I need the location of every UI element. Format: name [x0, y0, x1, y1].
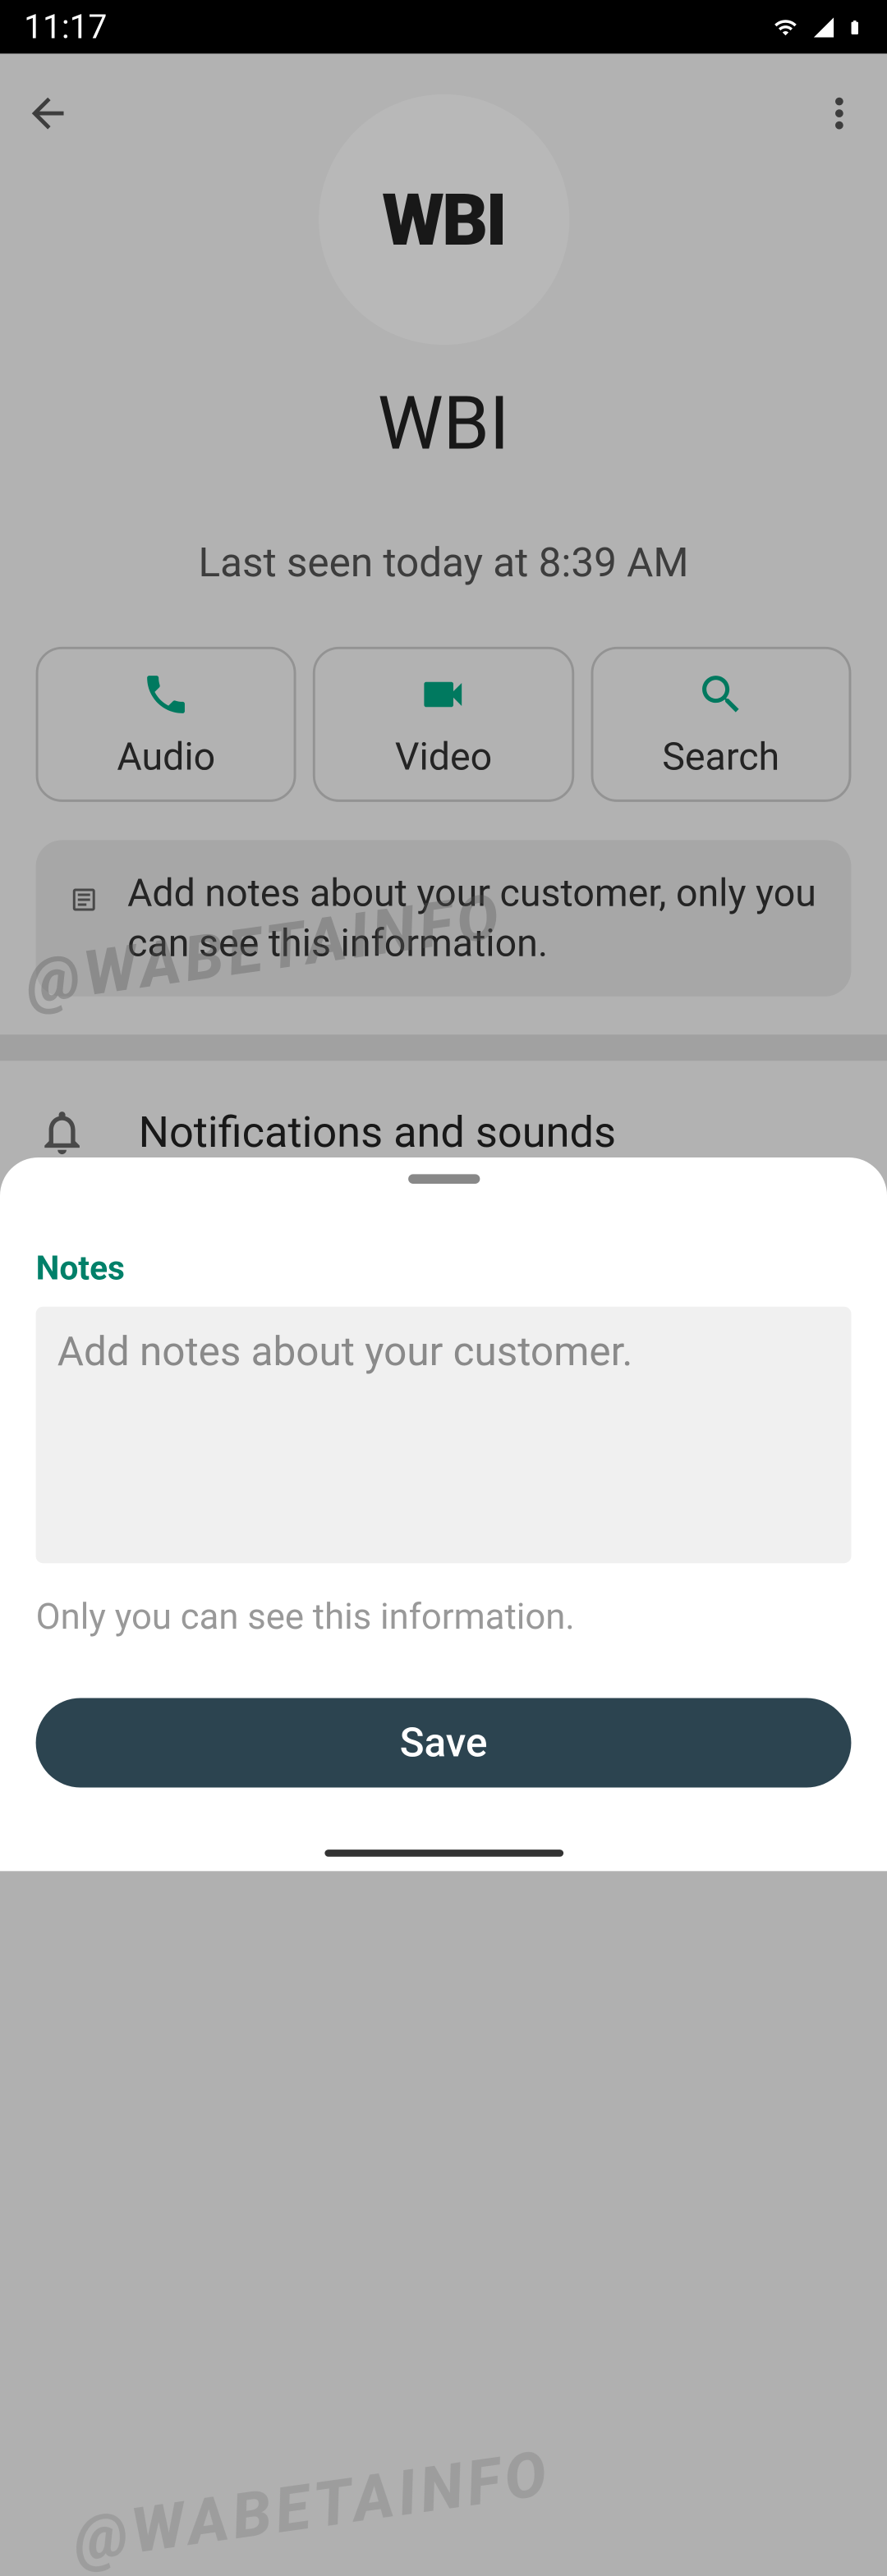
gesture-bar[interactable]: [324, 1849, 563, 1857]
wifi-icon: [770, 15, 802, 39]
status-time: 11:17: [24, 7, 107, 47]
battery-icon: [847, 12, 863, 41]
notes-bottom-sheet: @WABETAINFO Notes Only you can see this …: [0, 1157, 887, 1871]
notes-input[interactable]: [36, 1307, 852, 1564]
status-bar: 11:17: [0, 0, 887, 53]
signal-icon: [811, 15, 837, 39]
sheet-title: Notes: [36, 1248, 852, 1287]
save-button[interactable]: Save: [36, 1698, 852, 1787]
drag-handle[interactable]: [407, 1174, 479, 1184]
privacy-note: Only you can see this information.: [36, 1597, 852, 1639]
watermark: @WABETAINFO: [69, 2437, 556, 2576]
status-icons: [770, 12, 863, 41]
